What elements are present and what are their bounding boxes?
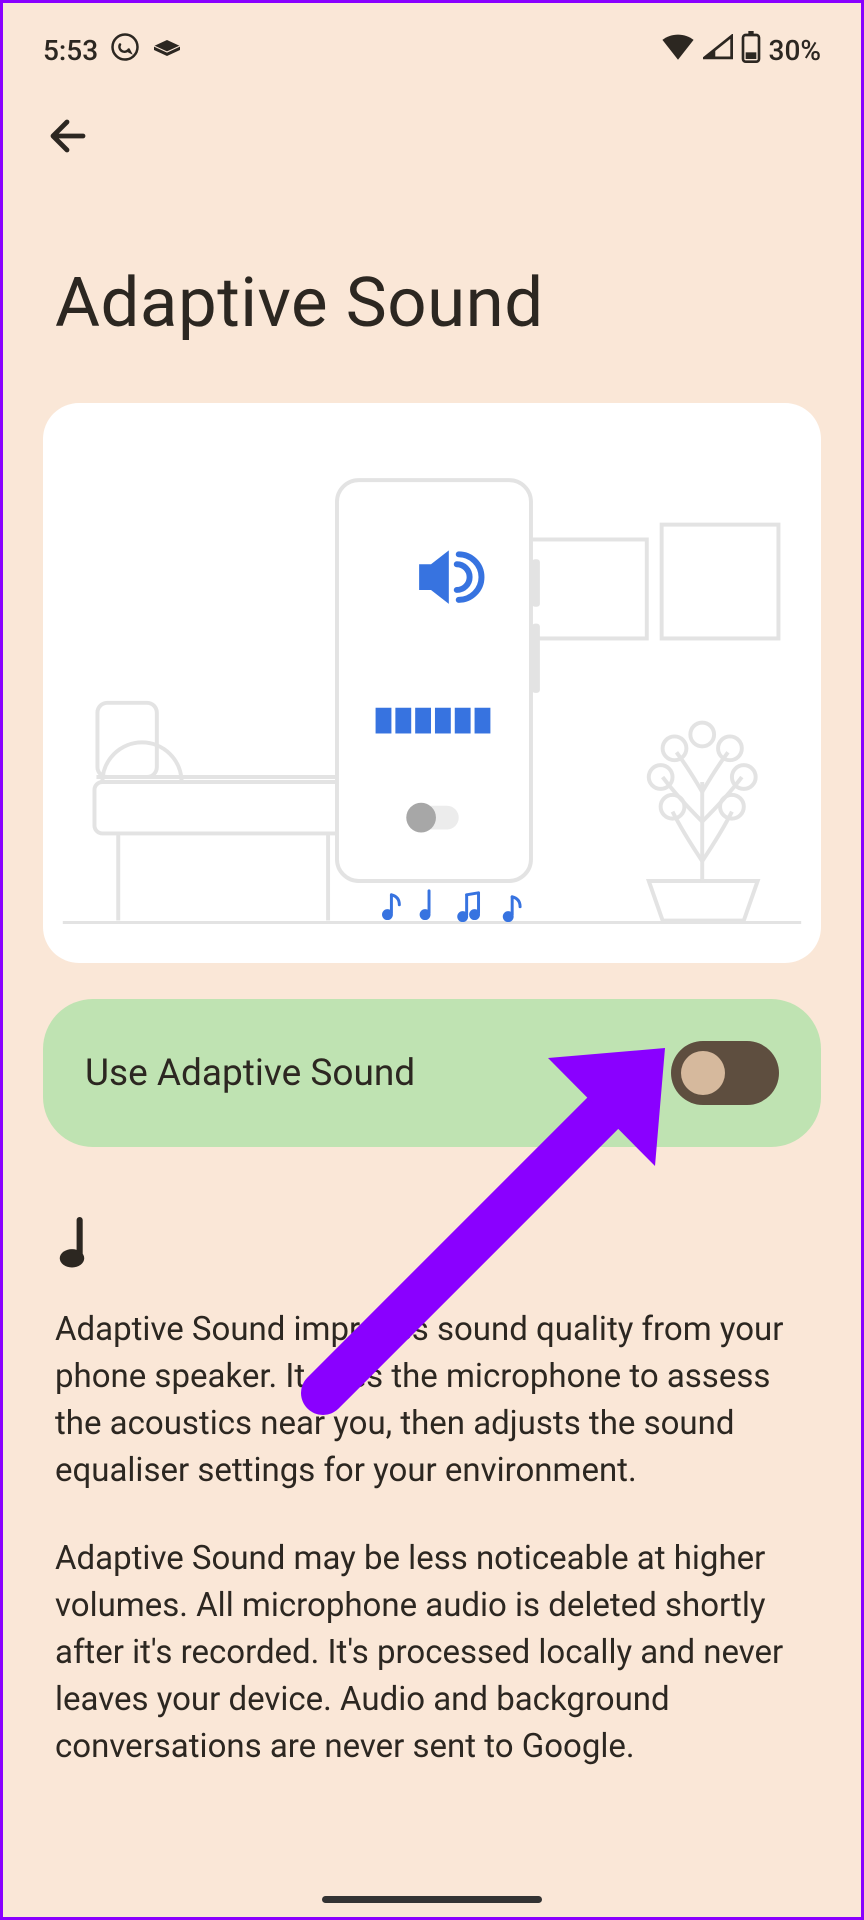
description-paragraph-1: Adaptive Sound improves sound quality fr… <box>55 1307 809 1494</box>
app-header <box>3 80 861 262</box>
adaptive-sound-switch[interactable] <box>671 1041 779 1105</box>
status-bar: 5:53 30% <box>3 3 861 80</box>
cellular-icon <box>703 34 733 67</box>
arrow-left-icon <box>45 112 93 160</box>
whatsapp-icon <box>110 32 140 69</box>
back-button[interactable] <box>43 110 95 162</box>
toggle-label: Use Adaptive Sound <box>85 1052 415 1095</box>
illustration-card <box>43 403 821 963</box>
wifi-icon <box>661 34 695 67</box>
battery-icon <box>741 31 761 70</box>
page-title: Adaptive Sound <box>3 262 861 403</box>
status-time: 5:53 <box>43 34 98 67</box>
description-paragraph-2: Adaptive Sound may be less noticeable at… <box>55 1536 809 1770</box>
package-icon <box>152 34 182 67</box>
music-note-icon <box>55 1217 809 1273</box>
switch-knob <box>681 1051 725 1095</box>
battery-percent: 30% <box>769 34 821 67</box>
illustration-toggle-off-icon <box>406 803 458 833</box>
home-indicator[interactable] <box>322 1896 542 1903</box>
description-section: Adaptive Sound improves sound quality fr… <box>3 1147 861 1771</box>
adaptive-sound-toggle-row[interactable]: Use Adaptive Sound <box>43 999 821 1147</box>
